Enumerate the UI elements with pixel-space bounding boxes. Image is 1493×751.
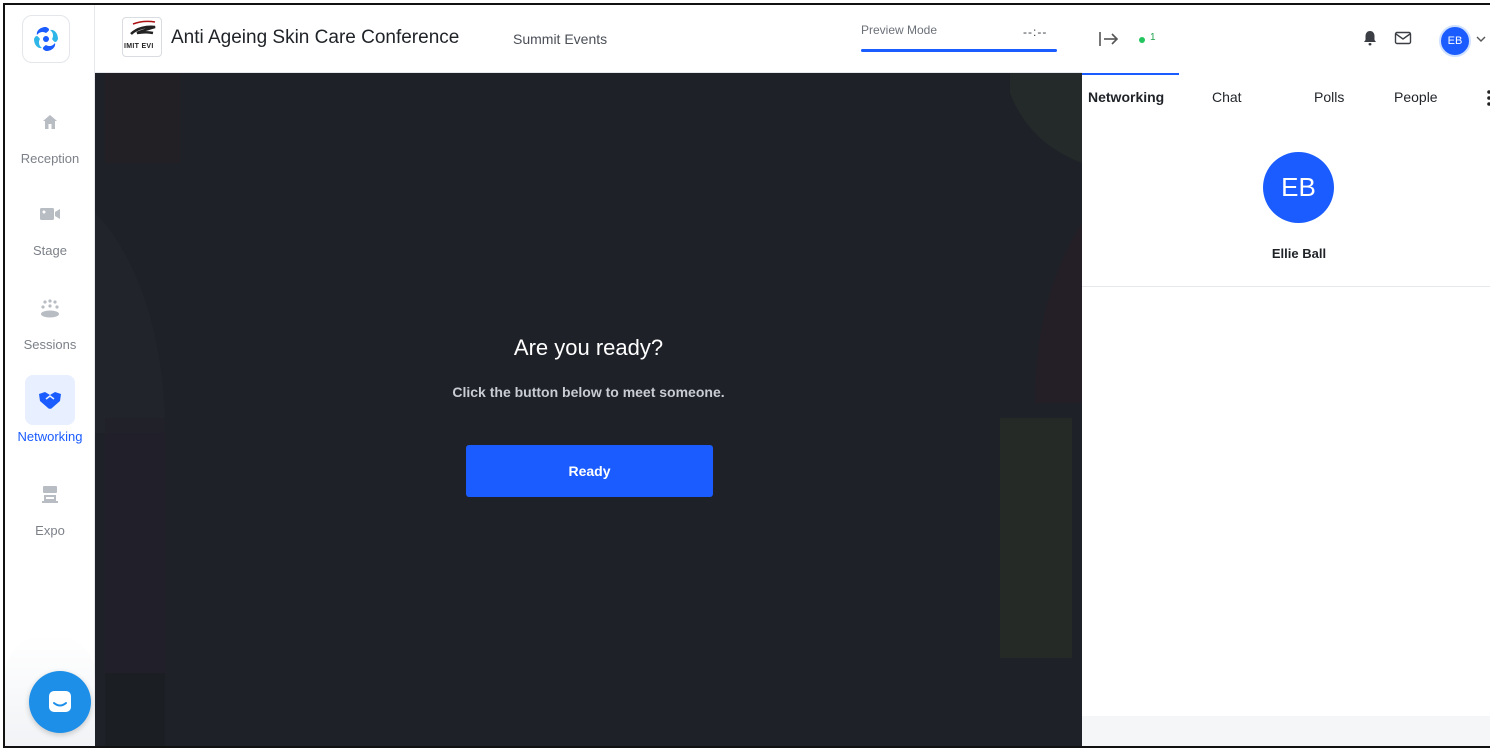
- user-avatar-button[interactable]: EB: [1439, 25, 1471, 57]
- sidebar-item-label: Reception: [20, 151, 80, 166]
- event-title: Anti Ageing Skin Care Conference: [171, 27, 460, 48]
- sidebar-item-reception[interactable]: Reception: [5, 97, 95, 166]
- tab-polls[interactable]: Polls: [1314, 89, 1344, 105]
- countdown-timer: --:--: [1023, 25, 1048, 39]
- video-camera-icon: [25, 189, 75, 239]
- ready-subtext: Click the button below to meet someone.: [452, 384, 725, 400]
- audience-icon: [25, 283, 75, 333]
- preview-progress-bar: [861, 49, 1057, 52]
- brand-logo[interactable]: [22, 15, 70, 63]
- profile-avatar: EB: [1263, 152, 1334, 223]
- chevron-down-icon[interactable]: [1476, 35, 1486, 43]
- top-header: IMIT EVI Anti Ageing Skin Care Conferenc…: [95, 5, 1082, 73]
- mail-icon[interactable]: [1394, 30, 1412, 46]
- networking-stage: Are you ready? Click the button below to…: [95, 73, 1082, 746]
- handshake-icon: [25, 375, 75, 425]
- sidebar-item-label: Expo: [35, 523, 65, 538]
- background-decoration: [95, 73, 1082, 746]
- right-panel-tabs: Networking Chat Polls People: [1082, 89, 1490, 119]
- preview-mode-label: Preview Mode: [861, 23, 938, 37]
- booth-icon: [25, 469, 75, 519]
- home-icon: [25, 97, 75, 147]
- tab-chat[interactable]: Chat: [1212, 89, 1242, 105]
- event-organizer[interactable]: Summit Events: [513, 31, 607, 47]
- sidebar-item-expo[interactable]: Expo: [5, 469, 95, 538]
- more-options-icon[interactable]: [1486, 89, 1490, 109]
- online-count: 1: [1150, 32, 1156, 43]
- app-window: Reception Stage Sessions Networking Expo: [3, 3, 1490, 748]
- sidebar-item-label: Stage: [33, 243, 67, 258]
- brand-logo-icon: [34, 27, 58, 51]
- left-sidebar: Reception Stage Sessions Networking Expo: [5, 5, 95, 746]
- ready-heading: Are you ready?: [513, 335, 664, 360]
- divider: [1082, 286, 1490, 287]
- chat-launcher-button[interactable]: [29, 671, 91, 733]
- online-indicator-icon: [1139, 37, 1145, 43]
- chat-bubble-icon: [49, 691, 71, 712]
- profile-name: Ellie Ball: [1271, 246, 1327, 261]
- right-panel-toolbar: 1 EB: [1082, 5, 1490, 75]
- right-panel-footer: [1082, 716, 1490, 746]
- sidebar-item-label: Sessions: [23, 337, 77, 352]
- right-panel: 1 EB Networking Chat Polls People EB Ell…: [1082, 5, 1490, 746]
- bell-icon[interactable]: [1362, 29, 1378, 47]
- active-tab-indicator: [1082, 73, 1179, 75]
- sidebar-item-networking[interactable]: Networking: [5, 375, 95, 444]
- preview-progress-fill: [861, 49, 1057, 52]
- ready-button[interactable]: Ready: [466, 445, 713, 497]
- collapse-panel-icon[interactable]: [1098, 29, 1120, 49]
- event-logo: IMIT EVI: [122, 17, 162, 57]
- tab-people[interactable]: People: [1394, 89, 1438, 105]
- sidebar-item-sessions[interactable]: Sessions: [5, 283, 95, 352]
- sidebar-item-label: Networking: [17, 429, 83, 444]
- sidebar-item-stage[interactable]: Stage: [5, 189, 95, 258]
- tab-networking[interactable]: Networking: [1088, 89, 1164, 105]
